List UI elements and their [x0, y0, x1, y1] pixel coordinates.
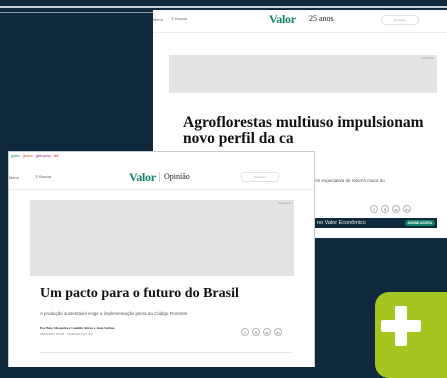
anniversary-label: 25 anos [309, 14, 334, 23]
search-label: Buscar [175, 16, 188, 21]
subscribe-text: no Valor Econômico [317, 220, 366, 226]
publish-date: 06/03/2025 07h00 · Atualizado há 1 ano [40, 332, 94, 336]
linkedin-icon[interactable]: in [403, 205, 411, 213]
nav-pill[interactable]: Navegue [241, 172, 279, 182]
back-site-header: Menu ⚲ Buscar Valor 25 anos Navegue [153, 10, 447, 33]
front-lead: A produção sustentável exige a implement… [40, 311, 187, 316]
whatsapp-icon[interactable]: w [263, 328, 271, 336]
bookmark-gnews[interactable]: gnews [23, 154, 33, 158]
section-label[interactable]: Opinião [164, 172, 190, 181]
subscribe-button[interactable]: ASSINE AGORA [404, 219, 435, 226]
header-divider [9, 189, 314, 190]
header-divider [153, 32, 447, 33]
linkedin-icon[interactable]: in [274, 328, 282, 336]
back-share-bar: f X w in [370, 205, 411, 213]
bookmark-globo[interactable]: globo [11, 154, 20, 158]
plus-icon [375, 292, 447, 378]
front-article-screenshot: globo gnews globoplay sbt Menu ⚲ Buscar Val… [8, 151, 315, 367]
valor-logo[interactable]: Valor [269, 12, 296, 27]
nav-pill[interactable]: Navegue [381, 15, 419, 25]
subscribe-banner: no Valor Econômico ASSINE AGORA [313, 218, 437, 228]
search-button[interactable]: ⚲ Buscar [171, 16, 188, 21]
front-headline: Um pacto para o futuro do Brasil [40, 286, 239, 301]
bookmark-globoplay[interactable]: globoplay [36, 154, 51, 158]
back-subtitle: om expectativa de retorno maior do [314, 178, 385, 183]
browser-bookmarks: globo gnews globoplay sbt [11, 154, 61, 158]
whatsapp-icon[interactable]: w [392, 205, 400, 213]
ad-placeholder: Publicidade [30, 200, 294, 276]
header-separator [159, 172, 160, 182]
ad-placeholder: Publicidade [169, 55, 437, 93]
menu-button[interactable]: Menu [153, 17, 163, 22]
bookmark-sbt[interactable]: sbt [54, 154, 59, 158]
facebook-icon[interactable]: f [241, 328, 249, 336]
front-share-bar: f X w in [241, 328, 282, 336]
valor-logo[interactable]: Valor [129, 170, 156, 185]
facebook-icon[interactable]: f [370, 205, 378, 213]
ad-label: Publicidade [421, 57, 434, 60]
menu-button[interactable]: Menu [9, 175, 19, 180]
article-divider [40, 352, 292, 353]
x-icon[interactable]: X [252, 328, 260, 336]
back-headline: Agroflorestas multiuso impulsionam novo … [183, 114, 424, 147]
plus-horizontal-bar [381, 320, 421, 332]
x-icon[interactable]: X [381, 205, 389, 213]
byline: Por Beto Mesquita e Camille Abreu e João… [40, 326, 115, 330]
search-button[interactable]: ⚲ Buscar [35, 174, 52, 179]
top-stripe [0, 6, 447, 8]
ad-label: Publicidade [278, 202, 291, 205]
search-label: Buscar [39, 174, 52, 179]
